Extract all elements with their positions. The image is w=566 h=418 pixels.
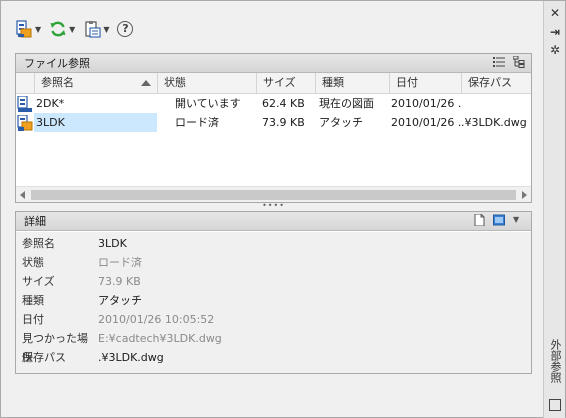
ref-path: .¥3LDK.dwg bbox=[461, 116, 527, 129]
close-icon[interactable]: ✕ bbox=[548, 6, 562, 20]
horizontal-scrollbar[interactable] bbox=[16, 186, 531, 202]
preview-icon[interactable] bbox=[493, 214, 505, 226]
scrollbar-thumb[interactable] bbox=[31, 190, 516, 200]
ref-name: 3LDK bbox=[34, 113, 157, 132]
properties-icon[interactable]: ✲ bbox=[548, 43, 562, 57]
column-header-icon-gap bbox=[16, 73, 35, 94]
column-header-date[interactable]: 日付 bbox=[390, 73, 462, 94]
palette-menu-icon[interactable] bbox=[549, 399, 561, 411]
detail-row: 状態 ロード済 bbox=[22, 253, 142, 272]
help-button[interactable]: ? bbox=[117, 19, 134, 39]
detail-row: 保存パス .¥3LDK.dwg bbox=[22, 348, 164, 367]
xref-palette: ▼ ▼ ▼ ? ファイル参照 参照名 状態 サイズ 種類 日付 保存パス 2DK… bbox=[0, 0, 566, 418]
ref-date: 2010/01/26 ... bbox=[391, 97, 461, 110]
ref-status: ロード済 bbox=[175, 116, 219, 129]
file-references-panel: ファイル参照 参照名 状態 サイズ 種類 日付 保存パス 2DK* 開いています… bbox=[15, 53, 532, 203]
current-drawing-icon bbox=[17, 94, 33, 112]
detail-label: 状態 bbox=[22, 256, 44, 269]
refresh-icon bbox=[49, 20, 67, 38]
attached-dwg-icon bbox=[17, 113, 33, 131]
chevron-down-icon[interactable]: ▼ bbox=[69, 25, 75, 34]
chevron-down-icon[interactable]: ▼ bbox=[103, 25, 109, 34]
detail-value[interactable]: 3LDK bbox=[98, 234, 127, 253]
detail-label: 種類 bbox=[22, 294, 44, 307]
toolbar: ▼ ▼ ▼ ? bbox=[15, 18, 134, 40]
palette-title: 外部参照 bbox=[549, 339, 562, 383]
chevron-down-icon[interactable]: ▼ bbox=[35, 25, 41, 34]
ref-type: アタッチ bbox=[319, 116, 363, 129]
ref-path bbox=[461, 94, 530, 113]
column-header-size[interactable]: サイズ bbox=[257, 73, 316, 94]
file-reference-list: 2DK* 開いています 62.4 KB 現在の図面 2010/01/26 ...… bbox=[16, 94, 531, 132]
table-row[interactable]: 2DK* 開いています 62.4 KB 現在の図面 2010/01/26 ... bbox=[16, 94, 531, 113]
ref-status: 開いています bbox=[175, 97, 241, 110]
palette-title-bar: ✕ ⇥ ✲ 外部参照 bbox=[543, 1, 565, 418]
panel-title: 詳細 bbox=[24, 215, 46, 228]
detail-row: 参照名 3LDK bbox=[22, 234, 127, 253]
details-body: 参照名 3LDK 状態 ロード済 サイズ 73.9 KB 種類 アタッチ 日付 … bbox=[16, 232, 531, 373]
details-view-icon[interactable] bbox=[473, 213, 485, 227]
scroll-right-icon[interactable] bbox=[522, 191, 527, 199]
file-references-header: ファイル参照 bbox=[16, 54, 531, 73]
detail-label: 保存パス bbox=[22, 351, 66, 364]
detail-row: 見つかった場所 E:¥cadtech¥3LDK.dwg bbox=[22, 329, 222, 364]
column-header-status[interactable]: 状態 bbox=[158, 73, 257, 94]
sort-ascending-icon bbox=[141, 80, 151, 86]
detail-row: 日付 2010/01/26 10:05:52 bbox=[22, 310, 214, 329]
chevron-down-icon[interactable]: ▼ bbox=[513, 214, 525, 226]
detail-row: サイズ 73.9 KB bbox=[22, 272, 141, 291]
detail-value: E:¥cadtech¥3LDK.dwg bbox=[98, 332, 222, 345]
ref-type: 現在の図面 bbox=[319, 97, 374, 110]
panel-title: ファイル参照 bbox=[24, 57, 90, 70]
refresh-button[interactable]: ▼ bbox=[49, 19, 81, 39]
detail-value: ロード済 bbox=[98, 256, 142, 269]
detail-row: 種類 アタッチ bbox=[22, 291, 142, 310]
attach-dwg-icon bbox=[15, 20, 33, 38]
detail-value[interactable]: アタッチ bbox=[98, 291, 142, 310]
column-header-row: 参照名 状態 サイズ 種類 日付 保存パス bbox=[16, 73, 531, 94]
details-panel: 詳細 ▼ 参照名 3LDK 状態 ロード済 サイズ 73.9 KB 種類 アタッ… bbox=[15, 211, 532, 374]
change-path-icon bbox=[83, 20, 101, 38]
detail-value[interactable]: .¥3LDK.dwg bbox=[98, 348, 164, 367]
detail-label: サイズ bbox=[22, 275, 55, 288]
detail-label: 日付 bbox=[22, 313, 44, 326]
help-icon: ? bbox=[117, 21, 134, 37]
tree-view-icon[interactable] bbox=[512, 55, 525, 68]
column-header-type[interactable]: 種類 bbox=[316, 73, 390, 94]
autohide-icon[interactable]: ⇥ bbox=[548, 25, 562, 39]
panel-splitter[interactable]: •••• bbox=[15, 202, 532, 211]
detail-label: 見つかった場所 bbox=[22, 332, 88, 364]
change-path-button[interactable]: ▼ bbox=[83, 19, 115, 39]
detail-value: 73.9 KB bbox=[98, 275, 141, 288]
detail-label: 参照名 bbox=[22, 237, 55, 250]
details-header: 詳細 ▼ bbox=[16, 212, 531, 231]
list-view-icon[interactable] bbox=[493, 56, 505, 68]
column-header-path[interactable]: 保存パス bbox=[462, 73, 531, 94]
attach-dwg-button[interactable]: ▼ bbox=[15, 19, 47, 39]
scroll-left-icon[interactable] bbox=[20, 191, 25, 199]
ref-name: 2DK* bbox=[36, 97, 65, 110]
ref-size: 62.4 KB bbox=[262, 97, 305, 110]
detail-value: 2010/01/26 10:05:52 bbox=[98, 313, 215, 326]
ref-date: 2010/01/26 ... bbox=[391, 116, 461, 129]
ref-size: 73.9 KB bbox=[262, 116, 305, 129]
column-header-name[interactable]: 参照名 bbox=[35, 73, 158, 94]
table-row[interactable]: 3LDK ロード済 73.9 KB アタッチ 2010/01/26 ... .¥… bbox=[16, 113, 531, 132]
